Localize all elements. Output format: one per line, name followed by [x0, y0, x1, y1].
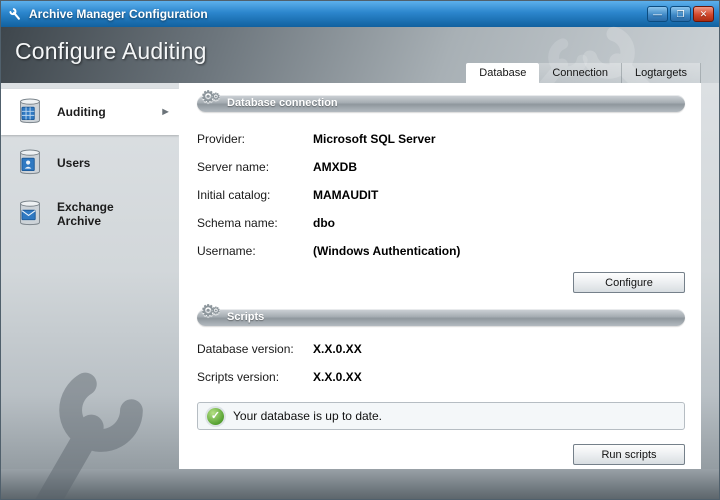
check-circle-icon: ✓	[207, 408, 224, 425]
field-value: dbo	[313, 216, 335, 230]
sidebar-item-auditing[interactable]: Auditing ►	[1, 89, 179, 135]
field-value: AMXDB	[313, 160, 357, 174]
field-label: Server name:	[197, 160, 313, 174]
wrench-app-icon	[6, 5, 24, 23]
section-header-database-connection: ⚙⚙ Database connection	[197, 95, 685, 112]
field-label: Username:	[197, 244, 313, 258]
field-label: Scripts version:	[197, 370, 313, 384]
configure-button[interactable]: Configure	[573, 272, 685, 293]
sidebar-item-users[interactable]: Users	[1, 140, 179, 186]
field-username: Username: (Windows Authentication)	[197, 244, 685, 272]
page-header: Configure Auditing Database Connection L…	[1, 27, 719, 83]
configure-button-row: Configure	[195, 272, 685, 293]
auditing-database-icon	[13, 95, 47, 129]
tab-bar: Database Connection Logtargets	[466, 63, 701, 83]
field-initial-catalog: Initial catalog: MAMAUDIT	[197, 188, 685, 216]
section-header-scripts: ⚙⚙ Scripts	[197, 309, 685, 326]
active-item-arrow-icon: ►	[160, 106, 171, 118]
status-text: Your database is up to date.	[233, 409, 382, 423]
run-scripts-button-row: Run scripts	[195, 444, 685, 465]
field-provider: Provider: Microsoft SQL Server	[197, 132, 685, 160]
close-button[interactable]: ✕	[693, 6, 714, 22]
database-status-message: ✓ Your database is up to date.	[197, 402, 685, 430]
exchange-archive-icon	[13, 197, 47, 231]
page-title: Configure Auditing	[15, 38, 207, 65]
database-connection-fields: Provider: Microsoft SQL Server Server na…	[197, 132, 685, 272]
field-label: Provider:	[197, 132, 313, 146]
field-value: X.X.0.XX	[313, 342, 362, 356]
window-title: Archive Manager Configuration	[29, 7, 208, 21]
tab-logtargets[interactable]: Logtargets	[622, 63, 701, 83]
field-label: Initial catalog:	[197, 188, 313, 202]
main-panel: ⚙⚙ Database connection Provider: Microso…	[179, 83, 701, 469]
sidebar: Auditing ► Users	[1, 83, 179, 499]
tab-connection[interactable]: Connection	[539, 63, 622, 83]
section-title: Scripts	[227, 311, 264, 323]
field-value: (Windows Authentication)	[313, 244, 460, 258]
sidebar-item-label: Users	[57, 156, 141, 170]
gears-icon: ⚙⚙	[201, 303, 220, 322]
field-label: Database version:	[197, 342, 313, 356]
tab-database[interactable]: Database	[466, 63, 539, 83]
scripts-fields: Database version: X.X.0.XX Scripts versi…	[197, 342, 685, 398]
field-database-version: Database version: X.X.0.XX	[197, 342, 685, 370]
sidebar-item-label: Exchange Archive	[57, 200, 141, 229]
body: Auditing ► Users	[1, 83, 719, 499]
app-window: Archive Manager Configuration — ❐ ✕ Conf…	[0, 0, 720, 500]
sidebar-item-exchange-archive[interactable]: Exchange Archive	[1, 191, 179, 237]
field-value: X.X.0.XX	[313, 370, 362, 384]
field-value: MAMAUDIT	[313, 188, 378, 202]
run-scripts-button[interactable]: Run scripts	[573, 444, 685, 465]
users-database-icon	[13, 146, 47, 180]
sidebar-item-label: Auditing	[57, 105, 141, 119]
field-label: Schema name:	[197, 216, 313, 230]
gears-icon: ⚙⚙	[201, 89, 220, 108]
field-server-name: Server name: AMXDB	[197, 160, 685, 188]
section-title: Database connection	[227, 97, 338, 109]
field-value: Microsoft SQL Server	[313, 132, 435, 146]
field-schema-name: Schema name: dbo	[197, 216, 685, 244]
field-scripts-version: Scripts version: X.X.0.XX	[197, 370, 685, 398]
